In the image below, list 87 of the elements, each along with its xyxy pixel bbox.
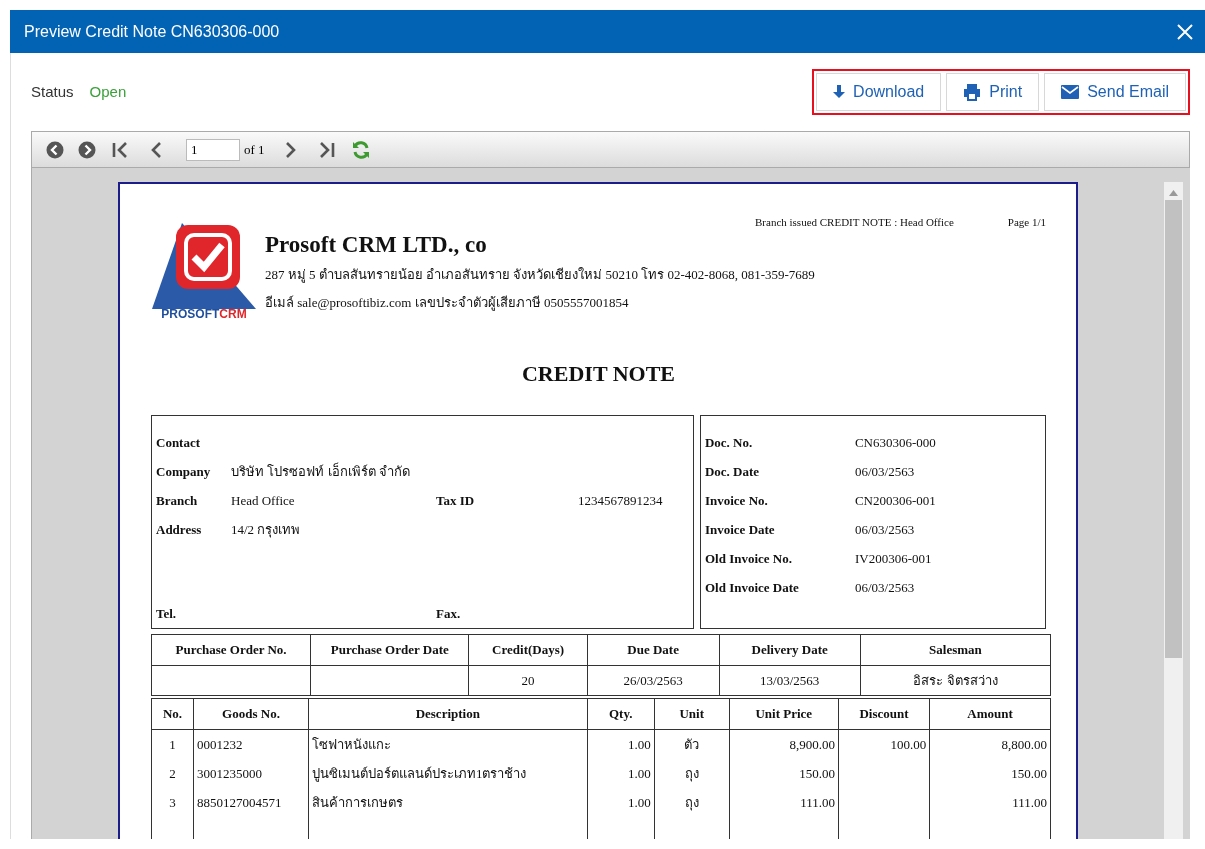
logo-text: PROSOFTCRM [161,307,247,321]
column-header: Unit [654,698,730,730]
table-cell: 3 [151,788,194,817]
table-cell: 8,900.00 [729,729,839,759]
field-value: 06/03/2563 [854,463,916,480]
table-cell: 8850127004571 [193,788,309,817]
field-value: CN200306-001 [854,492,937,509]
status-value: Open [89,83,127,100]
table-cell: 1.00 [587,788,655,817]
page-indicator: Page 1/1 [1007,216,1046,228]
column-header: Amount [929,698,1051,730]
field-value: IV200306-001 [854,550,933,567]
column-header: Unit Price [729,698,839,730]
printer-icon [963,83,982,101]
company-name: Prosoft CRM LTD., co [265,232,488,258]
table-cell: 111.00 [929,788,1051,817]
scrollbar[interactable] [1164,182,1183,839]
table-cell: ตัว [654,729,730,759]
table-cell: 150.00 [929,759,1051,788]
table-cell: 150.00 [729,759,839,788]
status-label: Status [31,83,74,100]
dialog-title: Preview Credit Note CN630306-000 [24,22,280,41]
field-label: Tax ID [436,492,476,509]
table-cell: 8,800.00 [929,729,1051,759]
field-label: Invoice Date [704,521,776,538]
field-label: Doc. Date [704,463,761,480]
column-header: Qty. [587,698,655,730]
table-cell: 1 [151,729,194,759]
column-header: Purchase Order Date [310,634,469,666]
column-header: Due Date [587,634,719,666]
table-cell: ถุง [654,788,730,817]
column-header: No. [151,698,194,730]
field-value: CN630306-000 [854,434,937,451]
table-cell: สินค้าการเกษตร [308,788,588,817]
print-button[interactable]: Print [946,73,1040,111]
field-value: 06/03/2563 [854,521,916,538]
field-label: Address [156,521,203,538]
page-number-field[interactable]: 1 [186,138,240,161]
field-value: Head Office [231,492,296,509]
column-header: Salesman [860,634,1051,666]
field-value: 06/03/2563 [854,579,916,596]
field-label: Invoice No. [704,492,769,509]
company-address: 287 หมู่ 5 ตำบลสันทรายน้อย อำเภอสันทราย จังหวัดเชียงใหม่ 50210 โทร 02-402-8068, 081-359-7689 [265,266,815,285]
refresh-icon[interactable] [350,139,371,160]
table-cell: โซฟาหนังแกะ [308,729,588,759]
forward-icon[interactable] [78,140,96,159]
column-header: Credit(Days) [468,634,588,666]
close-icon[interactable] [1177,23,1193,40]
field-label: Tel. [156,605,178,622]
table-cell: ปูนซิเมนต์ปอร์ตแลนด์ประเภท1ตราช้าง [308,759,588,788]
column-header: Description [308,698,588,730]
field-label: Doc. No. [704,434,754,451]
table-cell: 111.00 [729,788,839,817]
download-icon [833,85,846,99]
field-label: Old Invoice Date [704,579,800,596]
field-value: 1234567891234 [578,492,664,509]
table-cell: 20 [468,665,588,696]
table-cell: 100.00 [838,729,930,759]
field-value: 14/2 กรุงเทพ [231,521,302,540]
table-cell: 26/03/2563 [587,665,719,696]
field-value: บริษัท โปรซอฟท์ เอ็กเพิร์ต จำกัด [231,461,411,481]
download-button[interactable]: Download [816,73,942,111]
back-icon[interactable] [46,140,64,159]
field-label: Contact [156,434,202,451]
field-label: Old Invoice No. [704,550,793,567]
field-label: Branch [156,492,199,509]
table-cell: 13/03/2563 [719,665,861,696]
table-cell: 1.00 [587,759,655,788]
page-count: of 1 [244,141,265,158]
column-header: Goods No. [193,698,309,730]
table-cell: ถุง [654,759,730,788]
field-label: Fax. [436,605,462,622]
column-header: Delivery Date [719,634,861,666]
envelope-icon [1061,85,1080,99]
field-label: Company [156,463,212,480]
table-cell: 2 [151,759,194,788]
logo-icon [152,223,256,309]
column-header: Purchase Order No. [151,634,311,666]
table-cell: อิสระ จิตรสว่าง [860,665,1051,696]
branch-note: Branch issued CREDIT NOTE : Head Office [755,216,954,228]
table-cell: 0001232 [193,729,309,759]
document-title: CREDIT NOTE [521,361,676,387]
company-email: อีเมล์ sale@prosoftibiz.com เลขประจำตัวผู้เสียภาษี 0505557001854 [265,294,629,313]
email-button[interactable]: Send Email [1044,73,1186,111]
column-header: Discount [838,698,930,730]
table-cell: 1.00 [587,729,655,759]
table-cell: 3001235000 [193,759,309,788]
